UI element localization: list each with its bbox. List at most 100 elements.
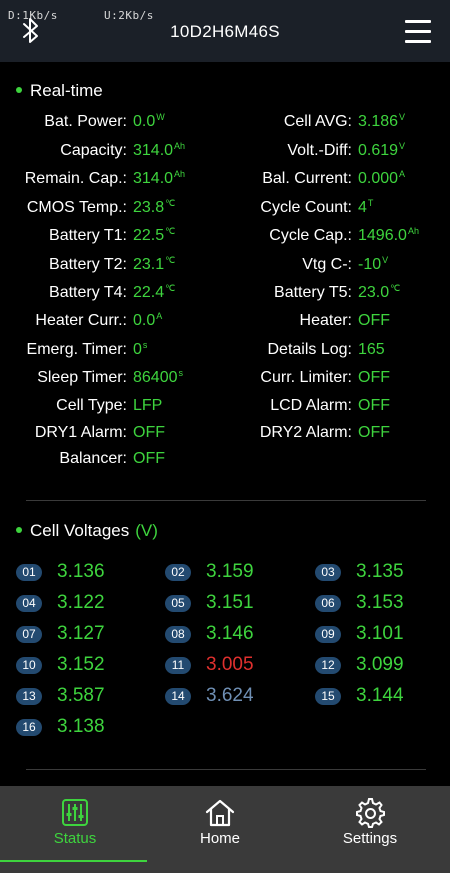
metric-label: Battery T4: bbox=[49, 284, 127, 301]
metric-number: 3.186 bbox=[358, 113, 399, 130]
metric-number: 4 bbox=[358, 199, 367, 216]
metric-label: LCD Alarm: bbox=[270, 397, 352, 414]
cell-voltage-value: 3.159 bbox=[206, 561, 254, 582]
metric-number: 22.5 bbox=[133, 227, 165, 244]
cell-number-badge: 04 bbox=[16, 595, 42, 612]
metric-label: Cycle Count: bbox=[260, 199, 352, 216]
metric-label: Heater Curr.: bbox=[35, 312, 127, 329]
cell-voltage-value: 3.144 bbox=[356, 685, 404, 706]
cell-voltage-value: 3.587 bbox=[57, 685, 105, 706]
realtime-row: Remain. Cap.: 314.0Ah Bal. Current: 0.000A bbox=[0, 169, 450, 194]
metric-value: 22.4℃ bbox=[133, 283, 176, 302]
metric-unit: A bbox=[156, 311, 163, 321]
metric-value: 0.000A bbox=[358, 169, 405, 188]
metric-label: Balancer: bbox=[59, 450, 127, 467]
metric-label: CMOS Temp.: bbox=[26, 199, 127, 216]
cell-voltage-value: 3.624 bbox=[206, 685, 254, 706]
metric-number: 314.0 bbox=[133, 142, 174, 159]
divider bbox=[26, 769, 426, 770]
cell-voltage-value: 3.136 bbox=[57, 561, 105, 582]
metric-number: OFF bbox=[133, 450, 165, 467]
cell-voltage-value: 3.146 bbox=[206, 623, 254, 644]
metric-value: 23.8℃ bbox=[133, 198, 175, 217]
sliders-icon bbox=[62, 799, 88, 826]
metric-unit: W bbox=[156, 112, 165, 122]
metric-value: 4T bbox=[358, 198, 374, 217]
cell-number-badge: 01 bbox=[16, 564, 42, 581]
tab-settings[interactable]: Settings bbox=[295, 786, 445, 873]
metric-label: Cell Type: bbox=[56, 397, 127, 414]
cell-number-badge: 05 bbox=[165, 595, 191, 612]
tab-settings-label: Settings bbox=[342, 830, 398, 847]
active-tab-indicator bbox=[0, 860, 147, 862]
metric-value: OFF bbox=[358, 369, 390, 387]
cell-number-badge: 10 bbox=[16, 657, 42, 674]
metric-number: 23.8 bbox=[133, 199, 165, 216]
metric-value: 314.0Ah bbox=[133, 141, 186, 160]
metric-label: Emerg. Timer: bbox=[26, 341, 127, 358]
metric-number: OFF bbox=[358, 397, 390, 414]
metric-value: 23.0℃ bbox=[358, 283, 401, 302]
page-title: 10D2H6M46S bbox=[170, 22, 280, 41]
metric-label: DRY2 Alarm: bbox=[259, 424, 352, 441]
metric-label: Battery T2: bbox=[49, 256, 127, 273]
cell-number-badge: 06 bbox=[315, 595, 341, 612]
metric-label: Sleep Timer: bbox=[37, 369, 127, 386]
tab-status-label: Status bbox=[53, 830, 97, 847]
realtime-row: Battery T1: 22.5℃ Cycle Cap.: 1496.0Ah bbox=[0, 226, 450, 251]
metric-value: OFF bbox=[358, 397, 390, 415]
metric-unit: ℃ bbox=[165, 283, 176, 293]
cell-voltage-value: 3.153 bbox=[356, 592, 404, 613]
cell-number-badge: 08 bbox=[165, 626, 191, 643]
metric-number: 22.4 bbox=[133, 284, 165, 301]
metric-unit: s bbox=[142, 340, 148, 350]
cell-voltage-value: 3.122 bbox=[57, 592, 105, 613]
cell-number-badge: 09 bbox=[315, 626, 341, 643]
cell-voltage-value: 3.099 bbox=[356, 654, 404, 675]
cell-voltage-value: 3.152 bbox=[57, 654, 105, 675]
menu-icon[interactable] bbox=[405, 20, 431, 44]
metric-value: 0.0A bbox=[133, 311, 163, 330]
realtime-row: Bat. Power: 0.0W Cell AVG: 3.186V bbox=[0, 112, 450, 137]
metric-label: Curr. Limiter: bbox=[260, 369, 352, 386]
metric-number: OFF bbox=[133, 424, 165, 441]
section-dot-icon bbox=[16, 526, 22, 533]
metric-number: OFF bbox=[358, 424, 390, 441]
metric-value: 165 bbox=[358, 341, 385, 359]
metric-number: 1496.0 bbox=[358, 227, 407, 244]
realtime-row: Sleep Timer: 86400s Curr. Limiter: OFF bbox=[0, 368, 450, 393]
metric-label: Vtg C-: bbox=[302, 256, 352, 273]
metric-label: Volt.-Diff: bbox=[287, 142, 352, 159]
cell-voltages-section-title: Cell Voltages (V) bbox=[16, 521, 158, 541]
cell-voltage-value: 3.127 bbox=[57, 623, 105, 644]
metric-number: OFF bbox=[358, 369, 390, 386]
metric-unit: T bbox=[367, 198, 374, 208]
cell-number-badge: 03 bbox=[315, 564, 341, 581]
metric-value: -10V bbox=[358, 255, 388, 274]
metric-label: Heater: bbox=[299, 312, 352, 329]
metric-value: OFF bbox=[133, 424, 165, 442]
cell-voltage-value: 3.138 bbox=[57, 716, 105, 737]
metric-label: Details Log: bbox=[267, 341, 353, 358]
tab-status[interactable]: Status bbox=[0, 786, 150, 873]
metric-value: 0.619V bbox=[358, 141, 406, 160]
metric-unit: Ah bbox=[174, 141, 186, 151]
bottom-tab-bar: Status Home Settings bbox=[0, 786, 450, 873]
realtime-title-text: Real-time bbox=[30, 81, 103, 100]
metric-value: 3.186V bbox=[358, 112, 405, 131]
metric-number: 314.0 bbox=[133, 170, 174, 187]
metric-number: 86400 bbox=[133, 369, 178, 386]
cell-number-badge: 11 bbox=[165, 657, 191, 674]
metric-value: 314.0Ah bbox=[133, 169, 186, 188]
metric-unit: Ah bbox=[174, 169, 186, 179]
metric-unit: ℃ bbox=[390, 283, 401, 293]
metric-number: -10 bbox=[358, 256, 382, 273]
tab-home[interactable]: Home bbox=[145, 786, 295, 873]
metric-label: Bal. Current: bbox=[262, 170, 352, 187]
metric-unit: V bbox=[399, 141, 406, 151]
realtime-row: Balancer: OFF bbox=[0, 450, 450, 474]
cell-voltage-value: 3.135 bbox=[356, 561, 404, 582]
gear-icon bbox=[356, 798, 385, 828]
metric-number: 0.0 bbox=[133, 113, 156, 130]
metric-value: OFF bbox=[358, 312, 390, 330]
